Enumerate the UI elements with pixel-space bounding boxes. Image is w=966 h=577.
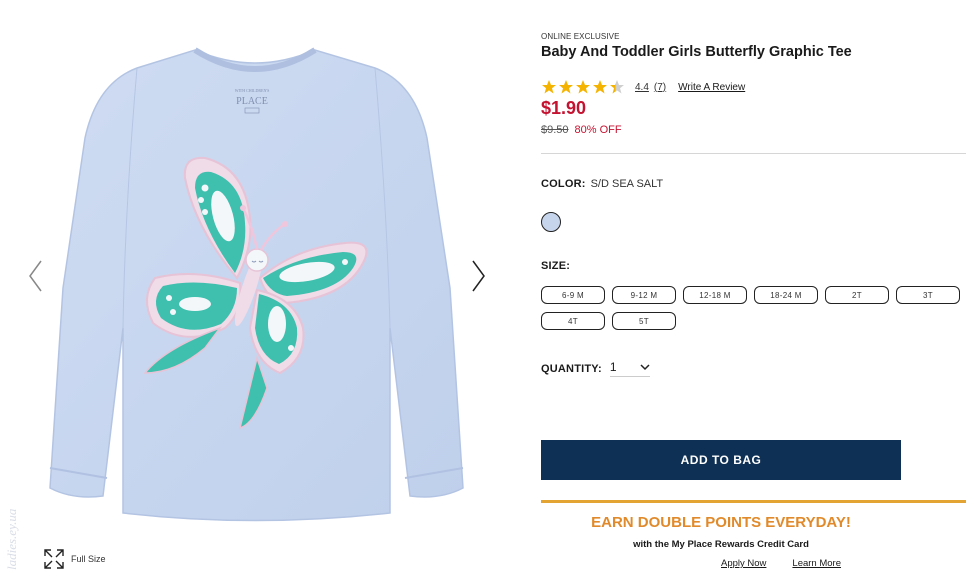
star-icon (593, 80, 607, 94)
watermark-text: ladies.ey.ua (4, 508, 19, 570)
gallery-prev-button[interactable] (24, 258, 46, 294)
chevron-left-icon (29, 260, 42, 292)
gallery-next-button[interactable] (468, 258, 490, 294)
rating-value[interactable]: 4.4 (635, 82, 649, 93)
sale-price: $1.90 (541, 98, 587, 118)
original-price: $9.50 (541, 124, 569, 136)
rating-row: 4.4 (7) Write A Review (541, 78, 745, 96)
size-option[interactable]: 3T (896, 286, 960, 304)
quantity-select[interactable]: 1 (609, 360, 650, 377)
size-option[interactable]: 5T (612, 312, 676, 330)
product-details: ONLINE EXCLUSIVE Baby And Toddler Girls … (541, 0, 966, 577)
star-icon (559, 80, 573, 94)
size-option[interactable]: 2T (825, 286, 889, 304)
chevron-right-icon (472, 260, 485, 292)
watermark: ladies.ey.ua (2, 452, 22, 572)
color-row: COLOR: S/D SEA SALT (541, 178, 663, 190)
promo-subtitle: with the My Place Rewards Credit Card (633, 539, 809, 550)
star-rating[interactable] (541, 79, 625, 95)
promo-title: EARN DOUBLE POINTS EVERYDAY! (591, 514, 851, 531)
size-option[interactable]: 18-24 M (754, 286, 818, 304)
size-option[interactable]: 9-12 M (612, 286, 676, 304)
size-label: SIZE: (541, 260, 571, 272)
learn-more-link[interactable]: Learn More (792, 558, 841, 569)
star-icon (610, 80, 624, 94)
quantity-label: QUANTITY: (541, 362, 602, 375)
promo-divider (541, 500, 966, 503)
full-size-label: Full Size (71, 554, 106, 564)
color-swatch-sea-salt[interactable] (541, 212, 561, 232)
star-icon (576, 80, 590, 94)
size-option[interactable]: 12-18 M (683, 286, 747, 304)
full-size-button[interactable]: Full Size (43, 548, 106, 570)
add-to-bag-button[interactable]: ADD TO BAG (541, 440, 901, 480)
price-details: $9.50 80% OFF (541, 124, 622, 136)
size-option[interactable]: 4T (541, 312, 605, 330)
online-exclusive-badge: ONLINE EXCLUSIVE (541, 32, 620, 41)
chevron-down-icon (640, 364, 650, 371)
color-label: COLOR: (541, 178, 586, 190)
product-gallery: WITH CHILDREN'S PLACE Full Size ladies.e… (0, 0, 530, 577)
tag-brand-text: PLACE (236, 96, 268, 107)
divider (541, 153, 966, 154)
expand-icon (44, 549, 64, 569)
quantity-value: 1 (609, 360, 617, 374)
apply-now-link[interactable]: Apply Now (721, 558, 766, 569)
promo-links: Apply Now Learn More (721, 558, 841, 569)
discount-label: 80% OFF (574, 124, 622, 136)
quantity-row: QUANTITY: 1 (541, 360, 650, 377)
size-option[interactable]: 6-9 M (541, 286, 605, 304)
svg-text:WITH CHILDREN'S: WITH CHILDREN'S (235, 88, 270, 93)
color-value: S/D SEA SALT (590, 178, 664, 190)
review-count-link[interactable]: (7) (654, 82, 666, 93)
star-icon (542, 80, 556, 94)
write-review-link[interactable]: Write A Review (678, 82, 745, 93)
product-title: Baby And Toddler Girls Butterfly Graphic… (541, 44, 852, 60)
product-image-butterfly-tee[interactable]: WITH CHILDREN'S PLACE (45, 28, 465, 528)
